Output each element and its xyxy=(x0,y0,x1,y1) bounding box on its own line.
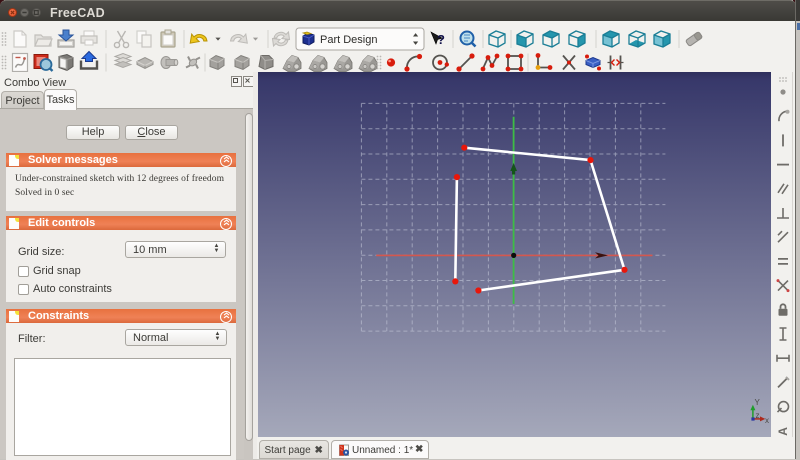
svg-text:?: ? xyxy=(437,32,445,47)
svg-text:Part Design: Part Design xyxy=(320,34,377,46)
svg-text:A: A xyxy=(776,427,790,436)
svg-text:z: z xyxy=(756,411,760,420)
svg-text:x: x xyxy=(765,416,769,425)
svg-text:Y: Y xyxy=(755,398,761,407)
